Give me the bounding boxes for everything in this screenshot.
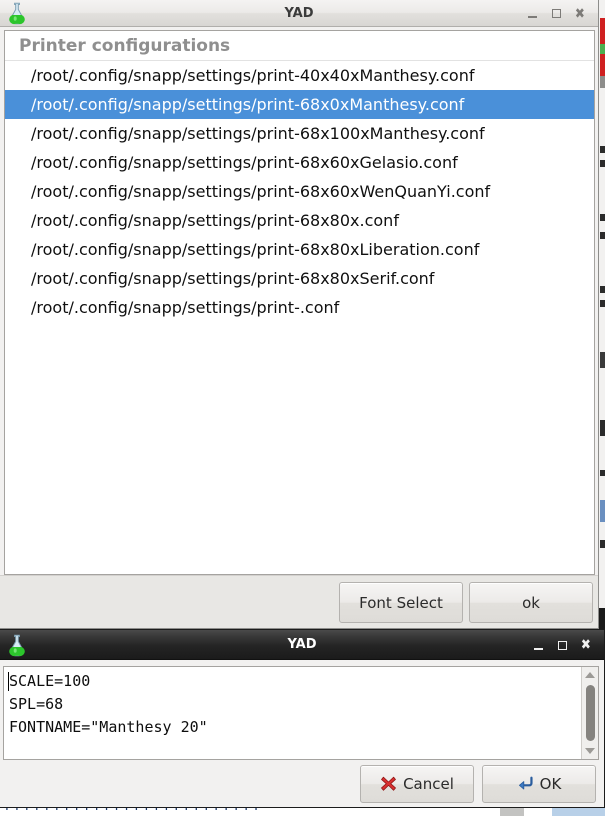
list-item[interactable]: /root/.config/snapp/settings/print-68x80… xyxy=(5,206,594,235)
list-window-titlebar[interactable]: YAD ✖ xyxy=(0,0,598,27)
list-item[interactable]: /root/.config/snapp/settings/print-68x0x… xyxy=(5,90,594,119)
flask-icon xyxy=(6,1,28,25)
bottom-sliver-blue-patch xyxy=(552,808,605,816)
list-window-body: Printer configurations /root/.config/sna… xyxy=(0,27,598,628)
red-x-icon xyxy=(381,776,396,791)
list-window-button-strip: Font Select ok xyxy=(0,575,598,628)
confirm-ok-button-label: OK xyxy=(539,774,562,793)
printer-config-list[interactable]: Printer configurations /root/.config/sna… xyxy=(4,30,595,575)
triangle-up-icon[interactable] xyxy=(585,672,595,678)
triangle-down-icon[interactable] xyxy=(585,748,595,754)
close-icon[interactable]: ✖ xyxy=(574,633,598,657)
list-item[interactable]: /root/.config/snapp/settings/print-.conf xyxy=(5,293,594,322)
maximize-icon[interactable] xyxy=(550,633,574,657)
desktop-root: I I I I I I I I I I I I I I I I I I I I … xyxy=(0,0,605,816)
background-window-bottom-sliver[interactable]: I I I I I I I I I I I I I I I I I I I I … xyxy=(0,808,605,816)
bottom-sliver-grey-patch xyxy=(500,808,524,816)
textarea-vertical-scrollbar[interactable] xyxy=(581,667,598,759)
printer-configurations-window[interactable]: YAD ✖ Printer configurations /root/.conf… xyxy=(0,0,599,629)
text-window-titlebar[interactable]: YAD ✖ xyxy=(0,630,604,660)
text-caret xyxy=(8,672,9,691)
bottom-sliver-text: I I I I I I I I I I I I I I I I I I I I … xyxy=(5,808,259,814)
minimize-icon[interactable] xyxy=(526,633,550,657)
text-window-controls: ✖ xyxy=(526,630,598,660)
config-textarea[interactable]: SCALE=100 SPL=68 FONTNAME="Manthesy 20" xyxy=(4,667,581,759)
config-text-frame: SCALE=100 SPL=68 FONTNAME="Manthesy 20" xyxy=(3,666,599,760)
text-window-title: YAD xyxy=(287,637,317,652)
scroll-thumb[interactable] xyxy=(586,685,595,741)
ok-button[interactable]: ok xyxy=(469,582,593,623)
flask-icon xyxy=(6,633,28,657)
confirm-ok-button[interactable]: OK xyxy=(482,764,596,803)
maximize-icon[interactable] xyxy=(544,2,568,26)
list-item[interactable]: /root/.config/snapp/settings/print-68x60… xyxy=(5,148,594,177)
list-item[interactable]: /root/.config/snapp/settings/print-68x10… xyxy=(5,119,594,148)
text-window-button-strip: Cancel OK xyxy=(0,760,604,807)
font-select-button[interactable]: Font Select xyxy=(339,582,463,623)
font-select-button-label: Font Select xyxy=(359,593,443,612)
close-icon[interactable]: ✖ xyxy=(568,2,592,26)
list-item[interactable]: /root/.config/snapp/settings/print-68x80… xyxy=(5,235,594,264)
text-window-body: SCALE=100 SPL=68 FONTNAME="Manthesy 20" … xyxy=(0,660,604,807)
minimize-icon[interactable] xyxy=(520,2,544,26)
list-window-title: YAD xyxy=(284,5,314,21)
list-item[interactable]: /root/.config/snapp/settings/print-40x40… xyxy=(5,61,594,90)
background-window-right-sliver[interactable] xyxy=(598,0,605,608)
config-text-window[interactable]: YAD ✖ SCALE=100 SPL=68 FONTNAME="Manthes… xyxy=(0,629,605,808)
list-column-header[interactable]: Printer configurations xyxy=(5,31,594,61)
ok-button-label: ok xyxy=(522,593,540,612)
blue-enter-arrow-icon xyxy=(518,776,533,790)
list-window-controls: ✖ xyxy=(520,0,592,27)
list-rows-container: /root/.config/snapp/settings/print-40x40… xyxy=(5,61,594,322)
list-item[interactable]: /root/.config/snapp/settings/print-68x60… xyxy=(5,177,594,206)
list-item[interactable]: /root/.config/snapp/settings/print-68x80… xyxy=(5,264,594,293)
cancel-button-label: Cancel xyxy=(403,774,454,793)
cancel-button[interactable]: Cancel xyxy=(360,764,474,803)
